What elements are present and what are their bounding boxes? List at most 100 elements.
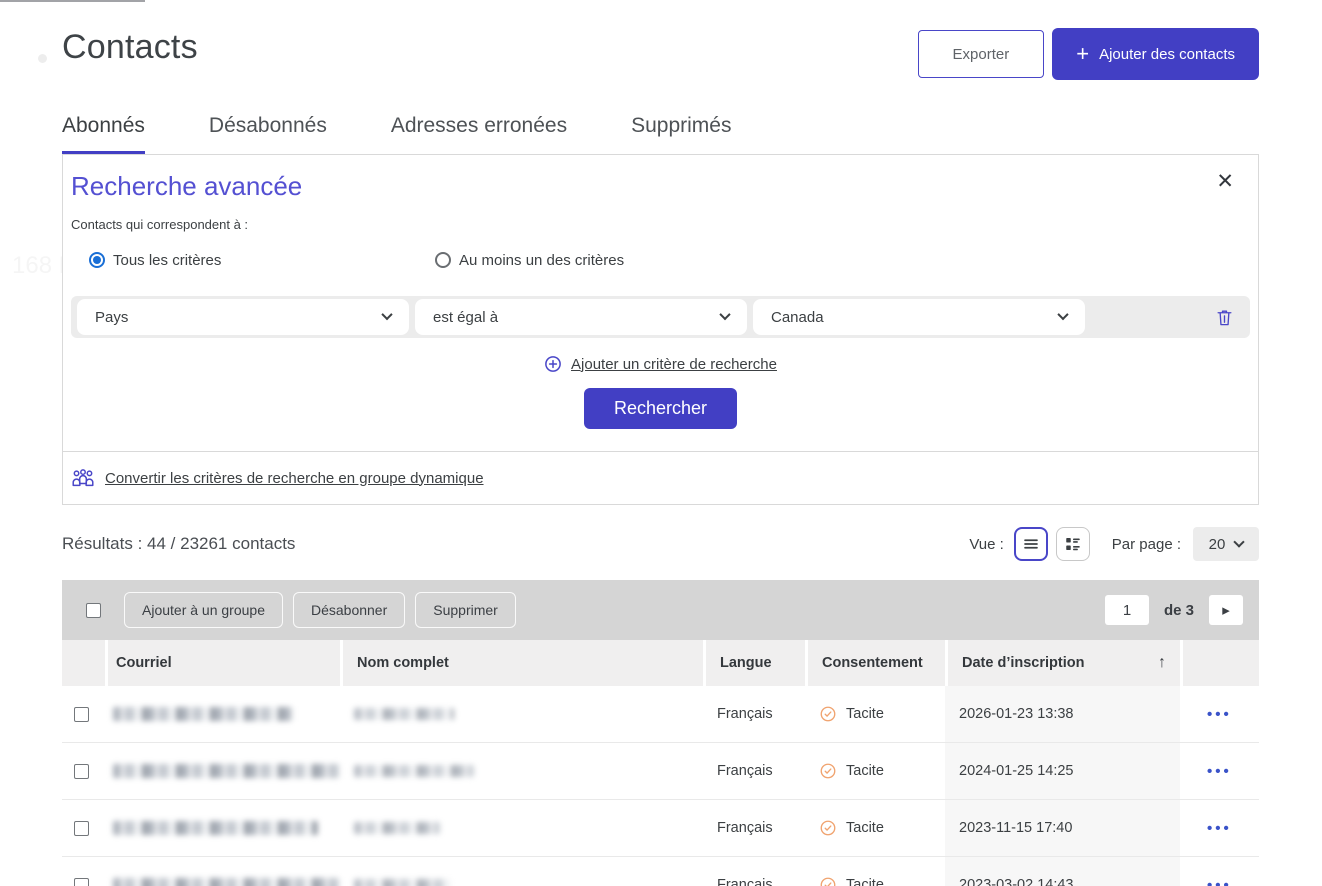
row-checkbox[interactable] [74,878,89,886]
consent-cell: Tacite [805,857,945,886]
contacts-tabs: Abonnés Désabonnés Adresses erronées Sup… [62,114,1259,154]
add-to-group-button[interactable]: Ajouter à un groupe [124,592,283,628]
language-cell: Français [703,686,805,742]
pagination: de 3 ▸ [1105,595,1243,625]
add-contacts-label: Ajouter des contacts [1099,46,1235,63]
date-cell: 2024-01-25 14:25 [945,743,1180,799]
page-title: Contacts [62,28,198,67]
radio-any-label: Au moins un des critères [459,252,624,269]
radio-all-label: Tous les critères [113,252,221,269]
consent-check-icon [819,762,837,780]
chevron-down-icon [381,309,392,320]
contacts-table: Ajouter à un groupe Désabonner Supprimer… [62,580,1259,886]
header-checkbox-cell [62,640,105,686]
column-header-nom-complet[interactable]: Nom complet [340,640,703,686]
plus-circle-icon [544,355,562,373]
criterion-row: Pays est égal à Canada [71,296,1250,338]
consent-check-icon [819,819,837,837]
chevron-down-icon [719,309,730,320]
column-header-langue[interactable]: Langue [703,640,805,686]
row-more-actions-button[interactable]: ••• [1207,706,1232,723]
name-redacted [354,822,440,834]
tab-supprimes[interactable]: Supprimés [631,114,731,154]
radio-all-criteria[interactable]: Tous les critères [71,242,403,278]
row-checkbox[interactable] [74,707,89,722]
next-page-button[interactable]: ▸ [1209,595,1243,625]
row-checkbox[interactable] [74,821,89,836]
search-button[interactable]: Rechercher [584,388,737,429]
date-cell: 2026-01-23 13:38 [945,686,1180,742]
consent-check-icon [819,705,837,723]
chevron-down-icon [1234,536,1245,547]
consent-label: Tacite [846,820,884,836]
view-controls: Vue : Par page : 20 [969,527,1259,561]
page-total-label: de 3 [1164,602,1194,619]
language-cell: Français [703,800,805,856]
email-redacted [113,878,340,886]
row-checkbox[interactable] [74,764,89,779]
tab-adresses-erronees[interactable]: Adresses erronées [391,114,567,154]
group-icon [71,467,95,489]
consent-cell: Tacite [805,743,945,799]
add-criterion-link[interactable]: Ajouter un critère de recherche [571,356,777,373]
table-toolbar: Ajouter à un groupe Désabonner Supprimer… [62,580,1259,640]
main-content: Contacts Exporter + Ajouter des contacts… [62,0,1259,886]
column-header-date-inscription[interactable]: Date d’inscription ↑ [945,640,1180,686]
unsubscribe-button[interactable]: Désabonner [293,592,405,628]
radio-unselected-icon [435,252,451,268]
criterion-operator-value: est égal à [433,309,498,326]
view-label: Vue : [969,536,1003,553]
name-redacted [354,765,474,777]
table-row: Français Tacite 2023-11-15 17:40 ••• [62,800,1259,857]
export-button[interactable]: Exporter [918,30,1045,78]
convert-to-dynamic-group-link[interactable]: Convertir les critères de recherche en g… [105,470,484,487]
table-header-row: Courriel Nom complet Langue Consentement… [62,640,1259,686]
chevron-down-icon [1057,309,1068,320]
criterion-field-select[interactable]: Pays [77,299,409,335]
row-more-actions-button[interactable]: ••• [1207,763,1232,780]
criterion-field-value: Pays [95,309,128,326]
match-mode-radios: Tous les critères Au moins un des critèr… [71,242,1250,278]
advanced-search-body: Recherche avancée ✕ Contacts qui corresp… [63,155,1258,451]
per-page-value: 20 [1209,536,1226,553]
consent-cell: Tacite [805,800,945,856]
name-redacted [354,879,450,886]
email-redacted [113,764,340,778]
radio-any-criteria[interactable]: Au moins un des critères [435,252,624,269]
add-contacts-button[interactable]: + Ajouter des contacts [1052,28,1259,80]
tab-abonnes[interactable]: Abonnés [62,114,145,154]
list-view-button[interactable] [1014,527,1048,561]
select-all-checkbox[interactable] [86,603,101,618]
date-cell: 2023-11-15 17:40 [945,800,1180,856]
table-row: Français Tacite 2024-01-25 14:25 ••• [62,743,1259,800]
match-mode-label: Contacts qui correspondent à : [71,217,1250,232]
consent-cell: Tacite [805,686,945,742]
email-redacted [113,707,293,721]
page-number-input[interactable] [1105,595,1149,625]
list-view-icon [1022,535,1040,553]
table-row: Français Tacite 2026-01-23 13:38 ••• [62,686,1259,743]
results-bar: Résultats : 44 / 23261 contacts Vue : Pa… [62,527,1259,561]
radio-selected-icon [89,252,105,268]
row-more-actions-button[interactable]: ••• [1207,820,1232,837]
column-header-consentement[interactable]: Consentement [805,640,945,686]
criterion-operator-select[interactable]: est égal à [415,299,747,335]
trash-icon[interactable] [1215,308,1234,327]
per-page-select[interactable]: 20 [1193,527,1259,561]
consent-check-icon [819,876,837,886]
row-more-actions-button[interactable]: ••• [1207,877,1232,886]
delete-button[interactable]: Supprimer [415,592,516,628]
per-page-control: Par page : 20 [1112,527,1259,561]
ghost-dot [38,54,47,63]
column-header-courriel[interactable]: Courriel [105,640,340,686]
table-row: Français Tacite 2023-03-02 14:43 ••• [62,857,1259,886]
criterion-value-select[interactable]: Canada [753,299,1085,335]
column-header-actions [1180,640,1259,686]
tab-desabonnes[interactable]: Désabonnés [209,114,327,154]
convert-section: Convertir les critères de recherche en g… [63,451,1258,504]
card-view-button[interactable] [1056,527,1090,561]
sort-ascending-icon[interactable]: ↑ [1158,654,1166,672]
close-icon[interactable]: ✕ [1216,171,1234,192]
per-page-label: Par page : [1112,536,1181,553]
name-redacted [354,708,454,720]
